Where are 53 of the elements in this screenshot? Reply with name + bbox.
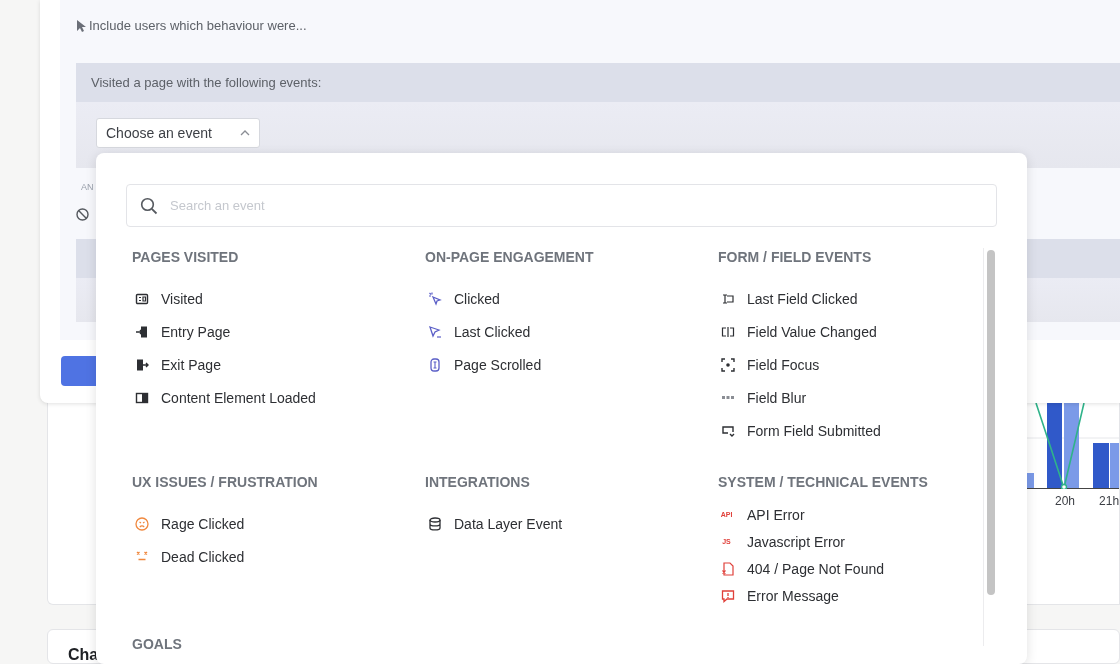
section-heading: SYSTEM / TECHNICAL EVENTS <box>718 473 929 491</box>
connector-label: AN <box>81 182 95 192</box>
section-heading: FORM / FIELD EVENTS <box>718 248 873 266</box>
event-option[interactable]: Data Layer Event <box>425 507 563 540</box>
exit-icon <box>135 357 149 372</box>
event-option[interactable]: 404 / Page Not Found <box>718 555 884 582</box>
text-cursor-icon <box>721 291 735 306</box>
focus-icon <box>721 357 735 372</box>
section-heading: UX ISSUES / FRUSTRATION <box>132 473 319 491</box>
block-title: Visited a page with the following events: <box>76 63 1120 102</box>
event-option[interactable]: Visited <box>132 282 203 315</box>
alert-icon <box>721 588 735 603</box>
event-option[interactable]: Exit Page <box>132 348 221 381</box>
axis-label: 21h <box>1099 494 1120 508</box>
event-option[interactable]: Entry Page <box>132 315 231 348</box>
input-icon <box>721 324 735 339</box>
event-option[interactable]: Field Focus <box>718 348 820 381</box>
caret-icon <box>240 130 250 136</box>
dots-icon <box>722 396 734 399</box>
database-icon <box>428 516 442 531</box>
click-icon <box>428 291 442 306</box>
section-heading: ON-PAGE ENGAGEMENT <box>425 248 595 266</box>
event-option[interactable]: Error Message <box>718 582 839 609</box>
event-dropdown[interactable]: Choose an event <box>96 118 260 148</box>
section-heading: PAGES VISITED <box>132 248 240 266</box>
section-heading: GOALS <box>132 635 183 653</box>
enter-icon <box>135 324 149 339</box>
filter-intro: Include users which behaviour were... <box>89 17 307 33</box>
event-option[interactable]: Form Field Submitted <box>718 414 881 447</box>
page-icon <box>135 291 149 306</box>
submit-icon <box>721 423 735 438</box>
card-title: Cha <box>68 646 100 664</box>
pointer-icon <box>76 18 86 32</box>
event-option[interactable]: Rage Clicked <box>132 507 245 540</box>
search-field[interactable]: Search an event <box>126 184 997 227</box>
event-option[interactable]: Content Element Loaded <box>132 381 316 414</box>
scroll-icon <box>428 357 442 372</box>
event-option[interactable]: Page Scrolled <box>425 348 542 381</box>
event-option[interactable]: Last Clicked <box>425 315 531 348</box>
cursor-icon <box>428 324 442 339</box>
section-heading: INTEGRATIONS <box>425 473 531 491</box>
event-option[interactable]: Field Value Changed <box>718 315 877 348</box>
event-option[interactable]: Field Blur <box>718 381 807 414</box>
scrollbar[interactable] <box>983 248 997 646</box>
event-option[interactable]: Clicked <box>425 282 500 315</box>
file-error-icon <box>721 561 735 576</box>
angry-face-icon <box>135 516 149 531</box>
search-icon <box>140 197 158 215</box>
panel-icon <box>135 390 149 405</box>
event-option[interactable]: Last Field Clicked <box>718 282 858 315</box>
event-option[interactable]: Dead Clicked <box>132 540 245 573</box>
ban-icon <box>76 208 89 221</box>
axis-label: 20h <box>1055 494 1076 508</box>
